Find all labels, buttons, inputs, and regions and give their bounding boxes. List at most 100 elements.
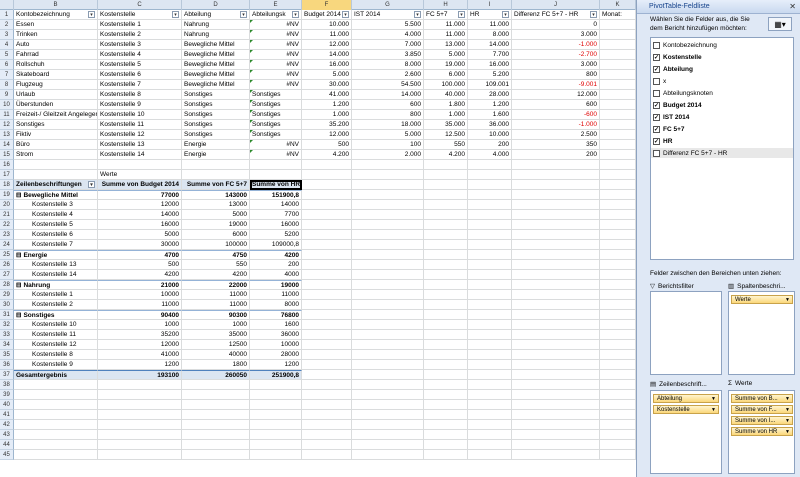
cell-empty[interactable] [600, 20, 636, 30]
pivot-item-row[interactable]: Kostenstelle 12 [14, 340, 98, 350]
filter-dropdown-icon[interactable]: ▾ [502, 11, 509, 18]
cell-empty[interactable] [600, 190, 636, 200]
row-number[interactable]: 42 [0, 420, 14, 430]
cell-budget[interactable]: 500 [302, 140, 352, 150]
cell-empty[interactable] [600, 40, 636, 50]
cell-fc[interactable]: 550 [424, 140, 468, 150]
pivot-value-fc[interactable]: 5000 [182, 210, 250, 220]
cell-empty[interactable] [512, 210, 600, 220]
cell-empty[interactable] [512, 450, 600, 460]
pivot-item-row[interactable]: Kostenstelle 3 [14, 200, 98, 210]
cell-ist[interactable]: 14.000 [352, 90, 424, 100]
row-number[interactable]: 38 [0, 380, 14, 390]
field-item[interactable]: ✓ FC 5+7 [651, 124, 793, 134]
cell-empty[interactable] [512, 330, 600, 340]
cell-empty[interactable] [14, 380, 98, 390]
column-labels-area[interactable]: Werte ▼ [728, 291, 795, 375]
cell-empty[interactable] [468, 340, 512, 350]
cell-ist[interactable]: 100 [352, 140, 424, 150]
cell-abteilungsk[interactable]: Sonstiges [250, 110, 302, 120]
cell-kontobezeichnung[interactable]: Trinken [14, 30, 98, 40]
cell-empty[interactable] [512, 170, 600, 180]
layout-options-button[interactable]: ▦▾ [768, 17, 792, 31]
cell-empty[interactable] [352, 260, 424, 270]
cell-empty[interactable] [512, 440, 600, 450]
cell-empty[interactable] [352, 240, 424, 250]
cell-hr[interactable]: 7.700 [468, 50, 512, 60]
cell-empty[interactable] [98, 160, 182, 170]
cell-empty[interactable] [600, 330, 636, 340]
cell-empty[interactable] [424, 380, 468, 390]
cell-empty[interactable] [600, 60, 636, 70]
field-item[interactable]: ✓ IST 2014 [651, 112, 793, 122]
cell-empty[interactable] [600, 360, 636, 370]
checkbox-icon[interactable]: ✓ [653, 125, 660, 133]
row-number[interactable]: 17 [0, 170, 14, 180]
pivot-value-hr[interactable]: 28000 [250, 350, 302, 360]
cell-empty[interactable] [182, 400, 250, 410]
cell-empty[interactable] [424, 420, 468, 430]
pivot-value-budget[interactable]: 4200 [98, 270, 182, 280]
pivot-value-fc[interactable]: 35000 [182, 330, 250, 340]
cell-empty[interactable] [600, 50, 636, 60]
cell-kontobezeichnung[interactable]: Büro [14, 140, 98, 150]
cell-hr[interactable]: 4.000 [468, 150, 512, 160]
cell-empty[interactable] [468, 270, 512, 280]
spreadsheet[interactable]: BCDEFGHIJK 1 Kontobezeichnung ▾ Kostenstell… [0, 0, 636, 477]
row-number[interactable]: 7 [0, 70, 14, 80]
cell-hr[interactable]: 1.600 [468, 110, 512, 120]
cell-empty[interactable] [182, 450, 250, 460]
pivot-value-hr[interactable]: 151900,8 [250, 190, 302, 200]
pivot-group-row[interactable]: ⊟ Sonstiges [14, 310, 98, 320]
pivot-item-row[interactable]: Kostenstelle 6 [14, 230, 98, 240]
cell-fc[interactable]: 13.000 [424, 40, 468, 50]
cell-budget[interactable]: 10.000 [302, 20, 352, 30]
field-item[interactable]: ✓ Abteilung [651, 64, 793, 74]
cell-kostenstelle[interactable]: Kostenstelle 5 [98, 60, 182, 70]
column-header-C[interactable]: C [98, 0, 182, 10]
checkbox-icon[interactable]: ✓ [653, 137, 660, 145]
cell-empty[interactable] [302, 410, 352, 420]
row-number[interactable]: 43 [0, 430, 14, 440]
cell-empty[interactable] [302, 180, 352, 190]
pivot-value-budget[interactable]: 500 [98, 260, 182, 270]
cell-ist[interactable]: 2.600 [352, 70, 424, 80]
cell-empty[interactable] [352, 270, 424, 280]
cell-empty[interactable] [600, 420, 636, 430]
pivot-group-row[interactable]: ⊟ Nahrung [14, 280, 98, 290]
cell-empty[interactable] [424, 310, 468, 320]
cell-budget[interactable]: 14.000 [302, 50, 352, 60]
cell-abteilung[interactable]: Sonstiges [182, 90, 250, 100]
pivot-total-label[interactable]: Gesamtergebnis [14, 370, 98, 380]
pivot-value-budget[interactable]: 5000 [98, 230, 182, 240]
cell-kontobezeichnung[interactable]: Freizeit-/ Gleitzeit Angelegenheiten [14, 110, 98, 120]
row-number[interactable]: 27 [0, 270, 14, 280]
cell-empty[interactable] [600, 290, 636, 300]
cell-differenz[interactable]: 800 [512, 70, 600, 80]
cell-empty[interactable] [98, 430, 182, 440]
cell-abteilung[interactable]: Sonstiges [182, 110, 250, 120]
column-header-I[interactable]: I [468, 0, 512, 10]
cell-empty[interactable] [468, 320, 512, 330]
cell-differenz[interactable]: 3.000 [512, 60, 600, 70]
cell-empty[interactable] [250, 400, 302, 410]
cell-empty[interactable] [468, 310, 512, 320]
row-number[interactable]: 24 [0, 240, 14, 250]
cell-abteilungsk[interactable]: #NV [250, 40, 302, 50]
column-header-D[interactable]: D [182, 0, 250, 10]
cell-fc[interactable]: 40.000 [424, 90, 468, 100]
cell-empty[interactable] [302, 310, 352, 320]
row-number[interactable]: 39 [0, 390, 14, 400]
cell-hr[interactable]: 8.000 [468, 30, 512, 40]
cell-kontobezeichnung[interactable]: Rollschuh [14, 60, 98, 70]
cell-empty[interactable] [468, 290, 512, 300]
cell-empty[interactable] [98, 410, 182, 420]
cell-empty[interactable] [352, 320, 424, 330]
cell-empty[interactable] [600, 80, 636, 90]
row-number[interactable]: 41 [0, 410, 14, 420]
cell-abteilung[interactable]: Nahrung [182, 30, 250, 40]
cell-empty[interactable] [302, 440, 352, 450]
cell-abteilungsk[interactable]: #NV [250, 60, 302, 70]
cell-empty[interactable] [352, 450, 424, 460]
pivot-value-budget[interactable]: 1200 [98, 360, 182, 370]
